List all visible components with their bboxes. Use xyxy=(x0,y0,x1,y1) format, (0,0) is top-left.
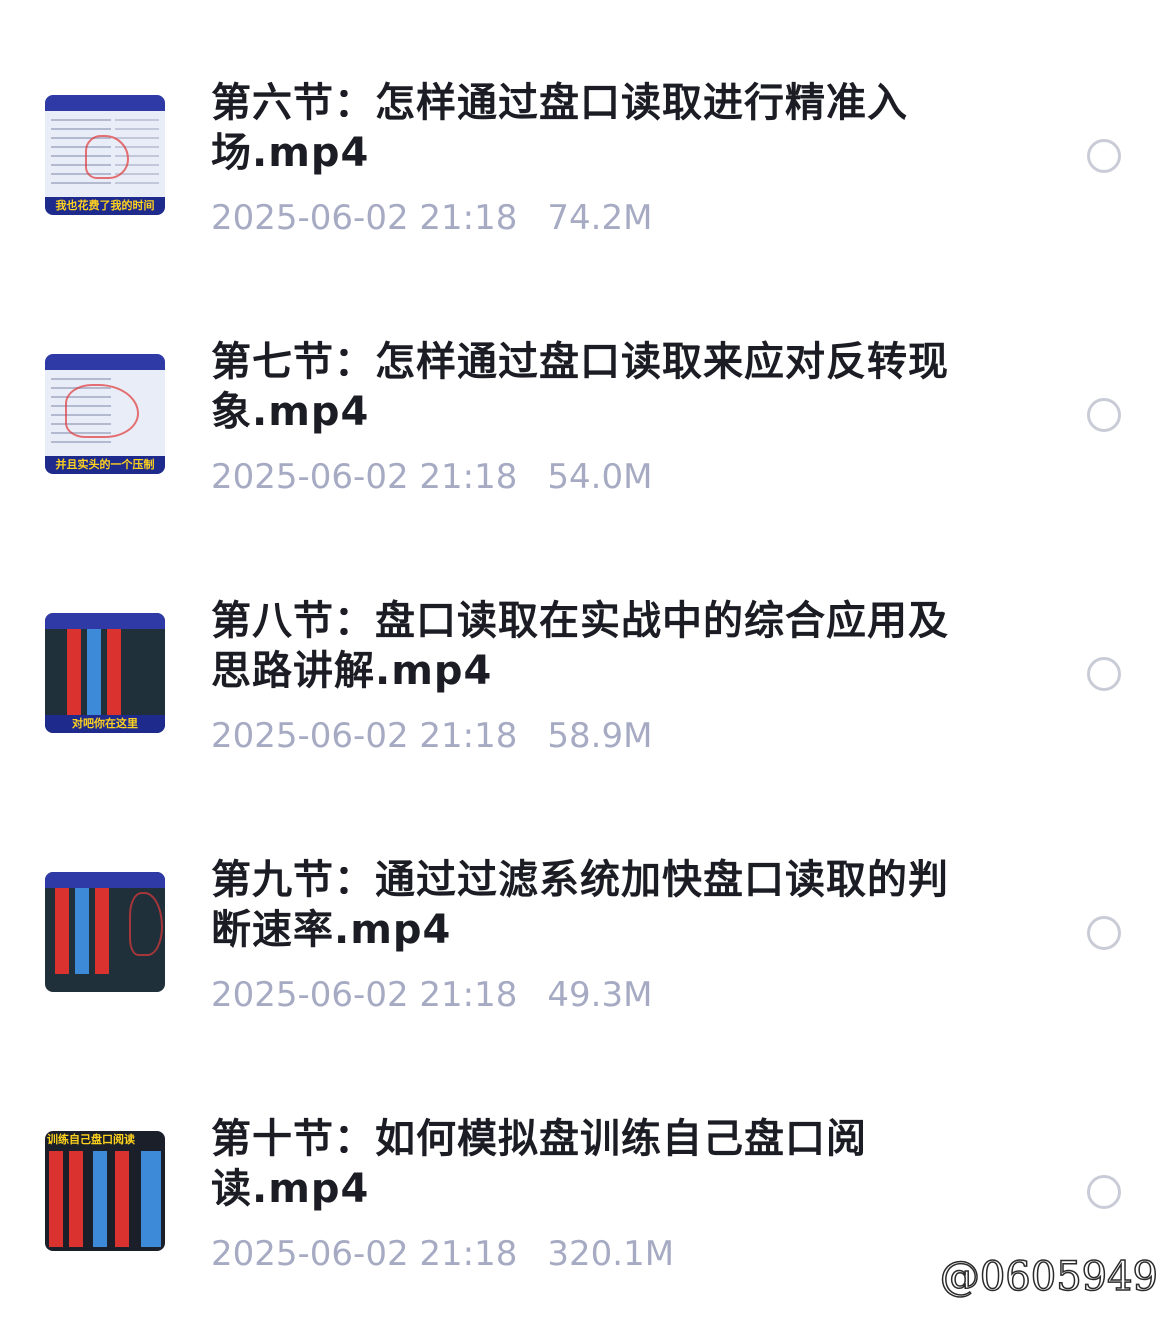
file-row[interactable]: 第九节：通过过滤系统加快盘口读取的判断速率.mp4 2025-06-02 21:… xyxy=(0,777,1170,1036)
file-row[interactable]: 对吧你在这里 第八节：盘口读取在实战中的综合应用及思路讲解.mp4 2025-0… xyxy=(0,518,1170,777)
thumbnail-caption: 并且实头的一个压制 xyxy=(45,456,165,474)
file-size: 49.3M xyxy=(547,975,653,1015)
select-radio[interactable] xyxy=(1087,398,1121,432)
file-date: 2025-06-02 21:18 xyxy=(211,716,518,756)
file-name: 第七节：怎样通过盘口读取来应对反转现象.mp4 xyxy=(211,339,949,435)
file-row[interactable]: 我也花费了我的时间 第六节：怎样通过盘口读取进行精准入场.mp4 2025-06… xyxy=(0,0,1170,259)
file-name: 第八节：盘口读取在实战中的综合应用及思路讲解.mp4 xyxy=(211,598,949,694)
file-name: 第六节：怎样通过盘口读取进行精准入场.mp4 xyxy=(211,80,908,176)
file-date: 2025-06-02 21:18 xyxy=(211,457,518,497)
file-size: 58.9M xyxy=(547,716,653,756)
video-thumbnail: 训练自己盘口阅读 xyxy=(45,1131,165,1251)
thumbnail-caption: 对吧你在这里 xyxy=(45,715,165,733)
video-thumbnail: 并且实头的一个压制 xyxy=(45,354,165,474)
file-size: 320.1M xyxy=(547,1234,675,1274)
select-radio[interactable] xyxy=(1087,1175,1121,1209)
file-row[interactable]: 并且实头的一个压制 第七节：怎样通过盘口读取来应对反转现象.mp4 2025-0… xyxy=(0,259,1170,518)
file-meta: 2025-06-02 21:18 58.9M xyxy=(211,714,652,758)
file-date: 2025-06-02 21:18 xyxy=(211,1234,518,1274)
select-radio[interactable] xyxy=(1087,139,1121,173)
file-meta: 2025-06-02 21:18 54.0M xyxy=(211,455,652,499)
file-name: 第十节：如何模拟盘训练自己盘口阅读.mp4 xyxy=(211,1116,867,1212)
file-size: 54.0M xyxy=(547,457,653,497)
video-thumbnail xyxy=(45,872,165,992)
file-date: 2025-06-02 21:18 xyxy=(211,975,518,1015)
select-radio[interactable] xyxy=(1087,916,1121,950)
file-meta: 2025-06-02 21:18 49.3M xyxy=(211,973,652,1017)
video-thumbnail: 对吧你在这里 xyxy=(45,613,165,733)
select-radio[interactable] xyxy=(1087,657,1121,691)
thumbnail-caption: 训练自己盘口阅读 xyxy=(47,1133,135,1146)
file-name: 第九节：通过过滤系统加快盘口读取的判断速率.mp4 xyxy=(211,857,949,953)
watermark: @0605949 xyxy=(939,1253,1159,1301)
thumbnail-caption: 我也花费了我的时间 xyxy=(45,197,165,215)
file-date: 2025-06-02 21:18 xyxy=(211,198,518,238)
video-thumbnail: 我也花费了我的时间 xyxy=(45,95,165,215)
file-size: 74.2M xyxy=(547,198,653,238)
file-meta: 2025-06-02 21:18 74.2M xyxy=(211,196,652,240)
file-meta: 2025-06-02 21:18 320.1M xyxy=(211,1232,674,1276)
